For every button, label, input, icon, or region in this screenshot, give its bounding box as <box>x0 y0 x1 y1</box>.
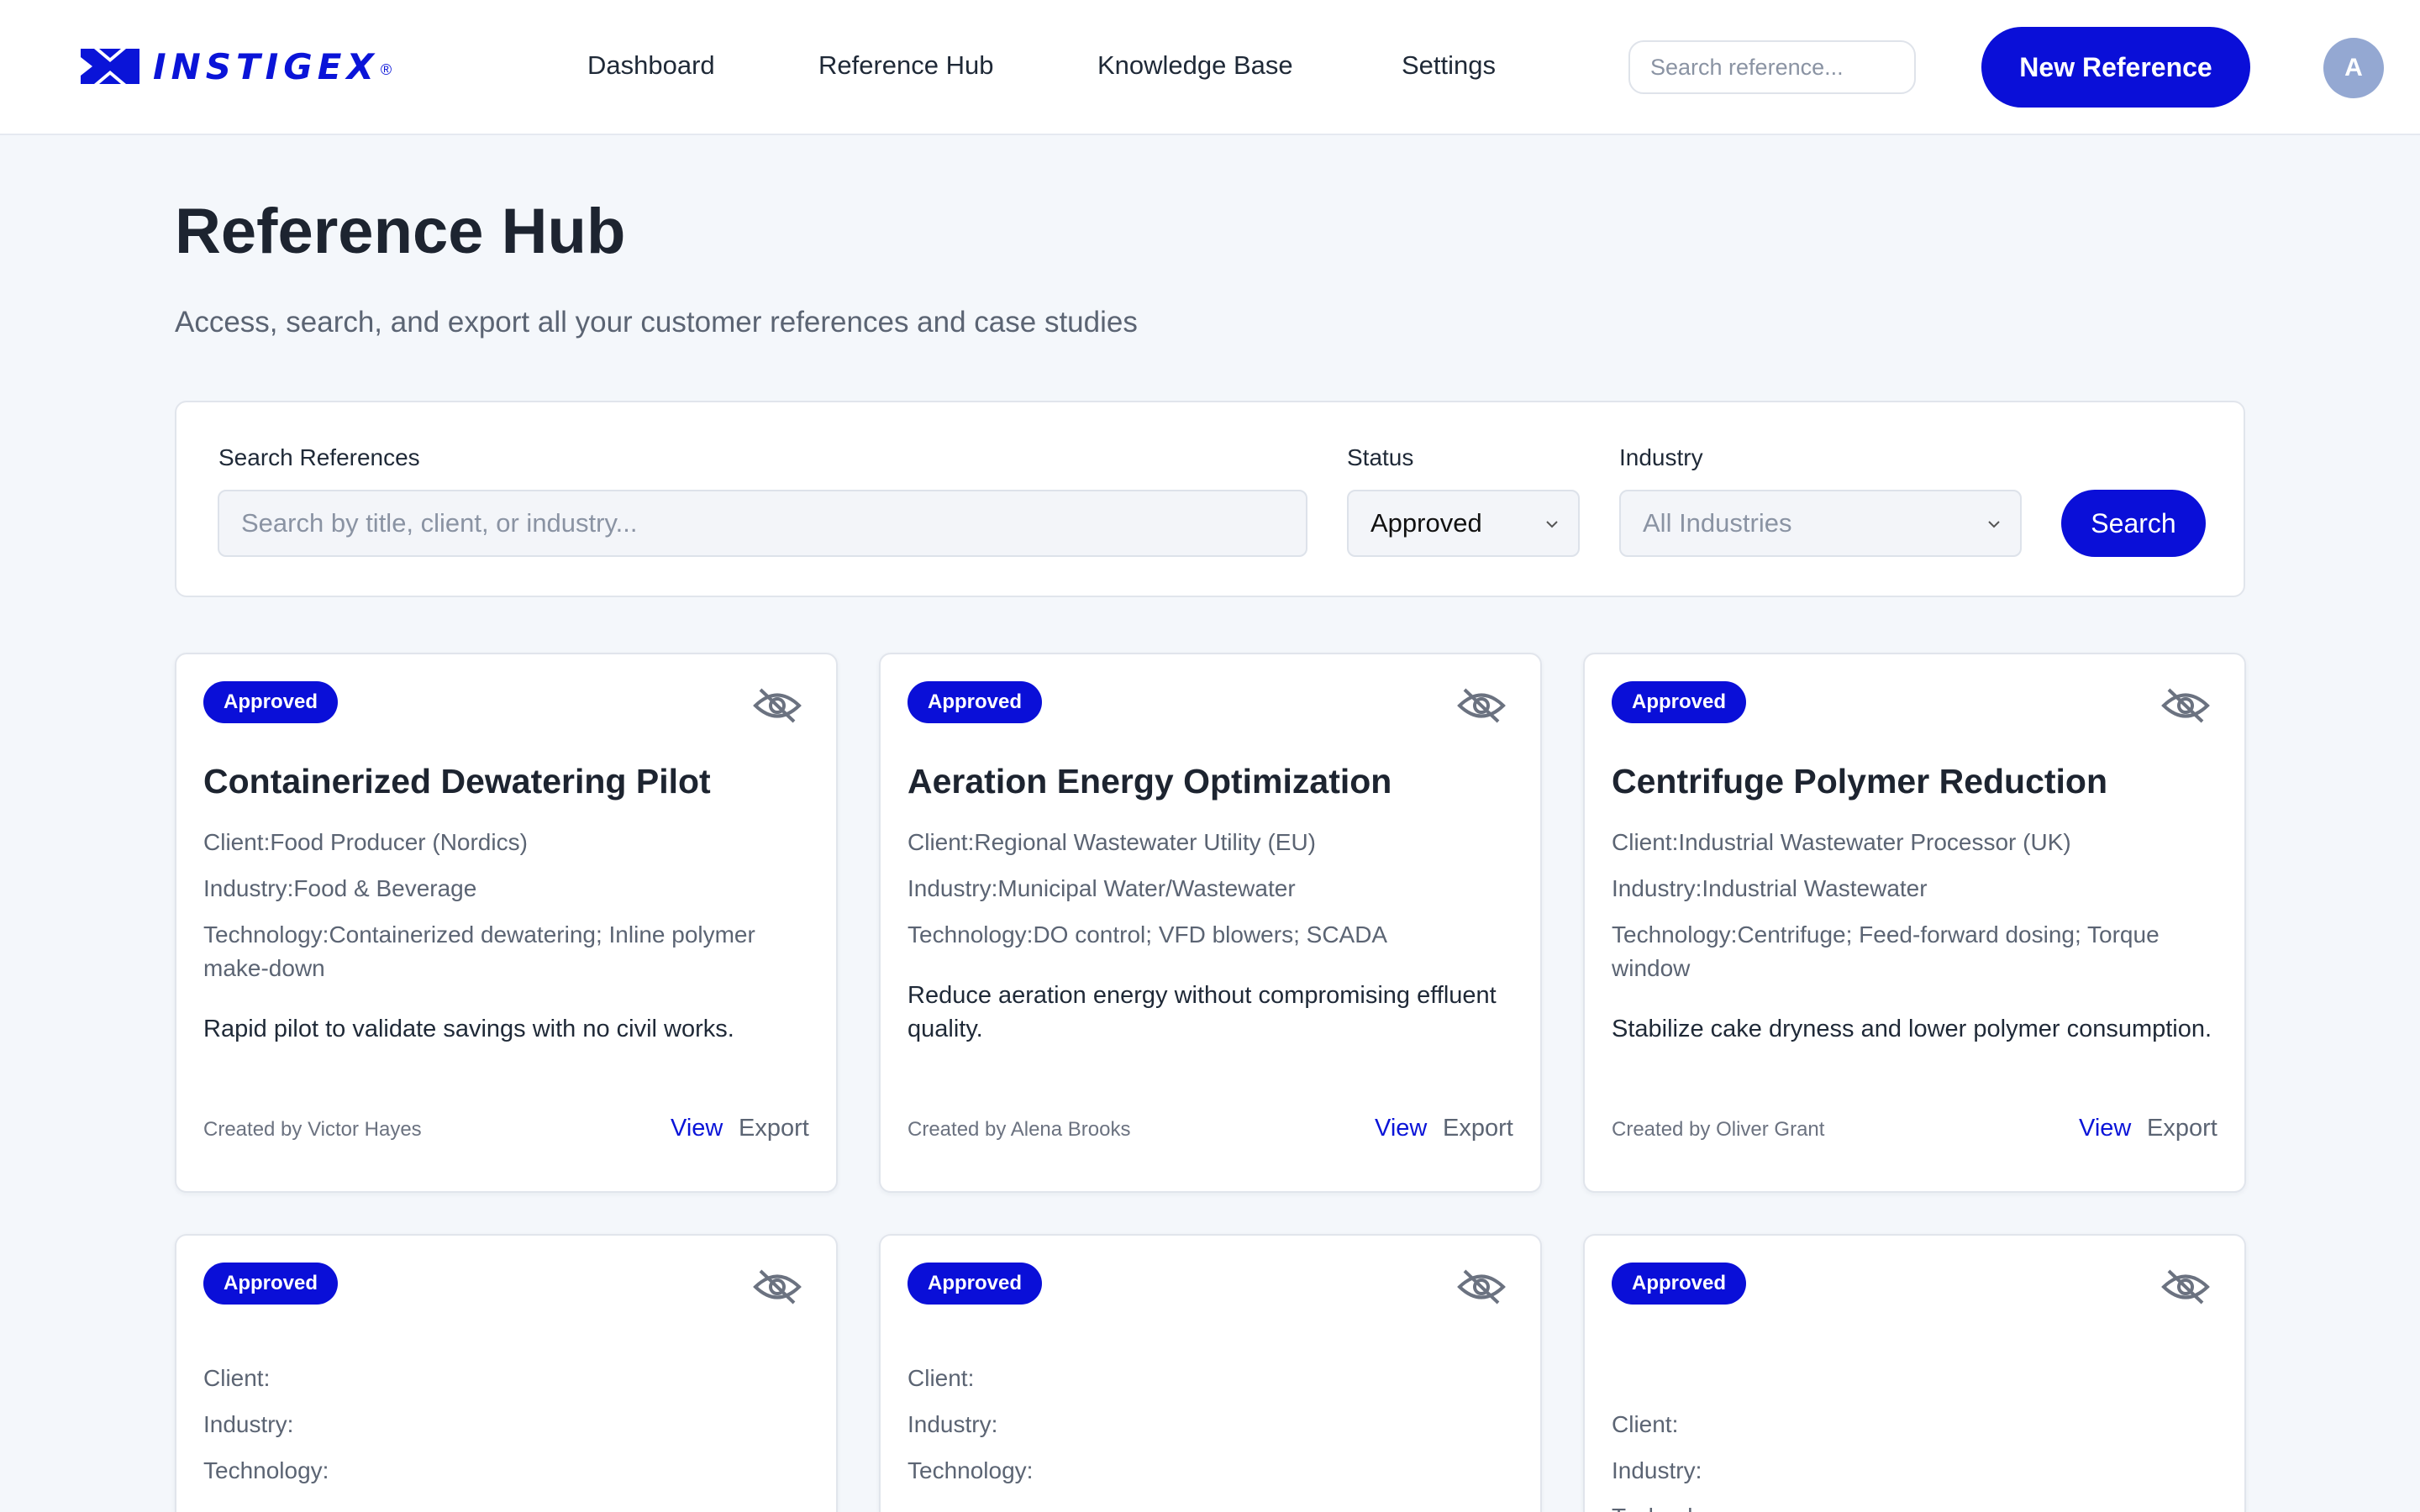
card-client: Client:Industrial Wastewater Processor (… <box>1612 829 2071 855</box>
nav-dashboard[interactable]: Dashboard <box>587 50 715 81</box>
status-badge: Approved <box>908 681 1043 723</box>
view-link[interactable]: View <box>671 1115 723 1142</box>
status-select-value: Approved <box>1370 508 1482 538</box>
logo-text: INSTIGEX <box>153 45 379 87</box>
card-summary: Reduce aeration energy without compromis… <box>908 982 1497 1042</box>
search-references-label: Search References <box>218 444 420 470</box>
card-created-by: Created by Alena Brooks <box>908 1118 1131 1141</box>
nav-reference-hub[interactable]: Reference Hub <box>818 50 994 81</box>
reference-card: Approved Containerized Dewatering Pilot … <box>175 653 838 1193</box>
search-references-input[interactable] <box>218 490 1307 557</box>
card-industry: Industry: <box>1612 1457 1702 1483</box>
card-client: Client: <box>908 1365 975 1391</box>
avatar[interactable]: A <box>2323 38 2384 98</box>
card-client: Client:Food Producer (Nordics) <box>203 829 528 855</box>
chevron-down-icon <box>1988 521 2000 528</box>
card-industry: Industry: <box>203 1411 294 1437</box>
chevron-down-icon <box>1546 521 1558 528</box>
status-badge: Approved <box>203 681 339 723</box>
status-select[interactable]: Approved <box>1347 490 1580 557</box>
card-technology: Technology: <box>1612 1500 2221 1512</box>
status-badge: Approved <box>1612 681 1747 723</box>
view-link[interactable]: View <box>2079 1115 2131 1142</box>
reference-card: Approved Aeration Energy Optimization Cl… <box>879 653 1542 1193</box>
page-title: Reference Hub <box>175 196 626 267</box>
card-summary: Stabilize cake dryness and lower polymer… <box>1612 1016 2212 1042</box>
filter-panel: Search References Status Approved Indust… <box>175 401 2245 597</box>
eye-off-icon[interactable] <box>752 685 802 727</box>
card-technology: Technology:Containerized dewatering; Inl… <box>203 921 755 981</box>
status-badge: Approved <box>1612 1263 1747 1305</box>
card-title: Containerized Dewatering Pilot <box>203 762 711 801</box>
status-badge: Approved <box>203 1263 339 1305</box>
eye-off-icon[interactable] <box>1456 685 1507 727</box>
reference-card: Approved Client: Industry: Technology: <box>175 1234 838 1512</box>
card-technology: Technology:DO control; VFD blowers; SCAD… <box>908 921 1388 948</box>
instigex-logo-icon <box>81 49 139 84</box>
card-title: Aeration Energy Optimization <box>908 762 1392 801</box>
card-summary: Rapid pilot to validate savings with no … <box>203 1016 734 1042</box>
industry-select-value: All Industries <box>1643 508 1792 538</box>
nav-knowledge-base[interactable]: Knowledge Base <box>1097 50 1293 81</box>
card-industry: Industry: <box>908 1411 998 1437</box>
logo[interactable]: INSTIGEX ® <box>81 45 392 87</box>
card-industry: Industry:Municipal Water/Wastewater <box>908 875 1296 901</box>
export-link[interactable]: Export <box>739 1115 809 1142</box>
header-search-input[interactable] <box>1628 40 1916 94</box>
page-subtitle: Access, search, and export all your cust… <box>175 306 1138 339</box>
reference-card: Approved Client: Industry: Technology: <box>1583 1234 2246 1512</box>
eye-off-icon[interactable] <box>2160 1266 2211 1308</box>
card-industry: Industry:Food & Beverage <box>203 875 477 901</box>
status-label: Status <box>1347 444 1414 470</box>
search-button[interactable]: Search <box>2061 490 2206 557</box>
new-reference-button[interactable]: New Reference <box>1981 27 2250 108</box>
eye-off-icon[interactable] <box>752 1266 802 1308</box>
card-created-by: Created by Victor Hayes <box>203 1118 422 1141</box>
reference-card: Approved Client: Industry: Technology: <box>879 1234 1542 1512</box>
card-technology: Technology: <box>203 1457 329 1483</box>
status-badge: Approved <box>908 1263 1043 1305</box>
card-title: Centrifuge Polymer Reduction <box>1612 762 2108 801</box>
export-link[interactable]: Export <box>2147 1115 2217 1142</box>
industry-label: Industry <box>1619 444 1703 470</box>
view-link[interactable]: View <box>1375 1115 1427 1142</box>
eye-off-icon[interactable] <box>1456 1266 1507 1308</box>
card-technology: Technology: <box>908 1457 1034 1483</box>
eye-off-icon[interactable] <box>2160 685 2211 727</box>
card-industry: Industry:Industrial Wastewater <box>1612 875 1928 901</box>
nav-settings[interactable]: Settings <box>1402 50 1496 81</box>
industry-select[interactable]: All Industries <box>1619 490 2022 557</box>
top-header: INSTIGEX ® Dashboard Reference Hub Knowl… <box>0 0 2420 135</box>
card-created-by: Created by Oliver Grant <box>1612 1118 1825 1141</box>
card-technology: Technology:Centrifuge; Feed-forward dosi… <box>1612 921 2160 981</box>
logo-registered-mark: ® <box>380 61 392 78</box>
card-client: Client:Regional Wastewater Utility (EU) <box>908 829 1317 855</box>
card-client: Client: <box>1612 1411 1679 1437</box>
export-link[interactable]: Export <box>1443 1115 1513 1142</box>
card-client: Client: <box>203 1365 271 1391</box>
reference-card: Approved Centrifuge Polymer Reduction Cl… <box>1583 653 2246 1193</box>
